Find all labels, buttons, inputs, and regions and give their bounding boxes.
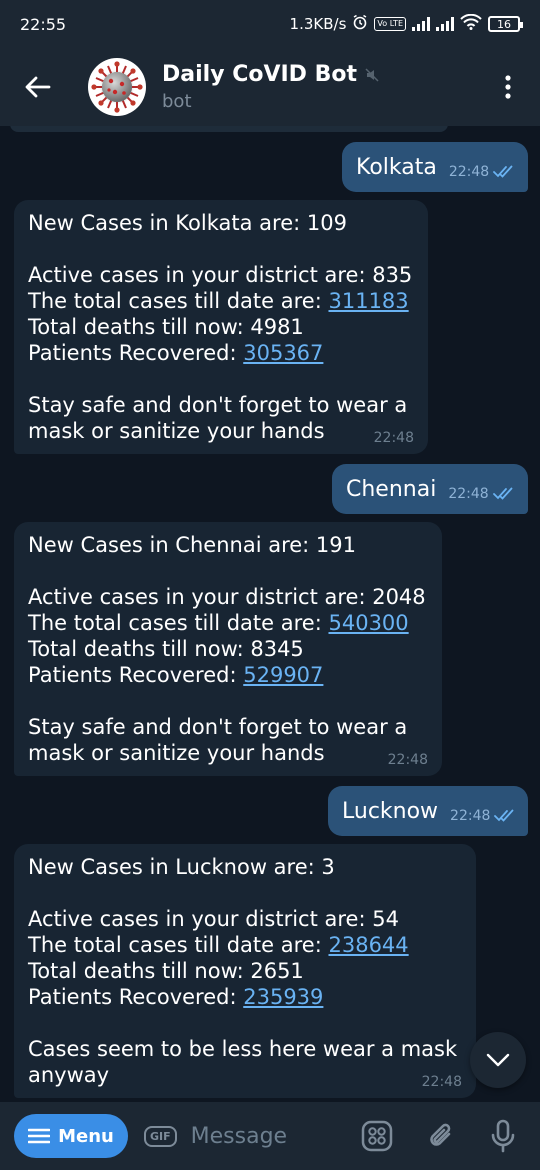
- number-link[interactable]: 235939: [243, 985, 323, 1009]
- message-time: 22:48: [387, 752, 428, 768]
- status-bar: 22:55 1.3KB/s Vo LTE 16: [0, 0, 540, 48]
- message-line: Patients Recovered:: [28, 985, 244, 1009]
- message-text: Lucknow: [342, 798, 439, 824]
- status-time: 22:55: [20, 14, 67, 34]
- outgoing-message[interactable]: Chennai 22:48: [332, 464, 528, 514]
- volte-icon: Vo LTE: [374, 17, 406, 31]
- message-line: mask or sanitize your hands: [28, 419, 325, 443]
- double-check-icon: [493, 165, 513, 178]
- message-time: 22:48: [448, 486, 489, 502]
- message-line: The total cases till date are:: [28, 611, 329, 635]
- number-link[interactable]: 540300: [328, 611, 408, 635]
- paperclip-icon: [429, 1123, 450, 1146]
- message-input[interactable]: [190, 1123, 341, 1149]
- message-time: 22:48: [450, 808, 491, 824]
- status-icons: 1.3KB/s Vo LTE 16: [289, 13, 523, 34]
- message-time: 22:48: [373, 430, 414, 446]
- number-link[interactable]: 305367: [243, 341, 323, 365]
- scroll-to-bottom-button[interactable]: [470, 1032, 526, 1088]
- number-link[interactable]: 529907: [243, 663, 323, 687]
- message-meta: 22:48: [449, 164, 515, 180]
- microphone-icon: [491, 1119, 514, 1153]
- outgoing-message[interactable]: Lucknow 22:48: [328, 786, 528, 836]
- double-check-icon: [494, 809, 514, 822]
- menu-icon: [28, 1128, 51, 1144]
- bot-name: Daily CoVID Bot: [162, 62, 357, 87]
- mute-icon: [365, 67, 379, 82]
- gif-button[interactable]: GIF: [144, 1125, 177, 1147]
- message-text: Chennai: [346, 476, 437, 502]
- message-list[interactable]: Kolkata 22:48 New Cases in Kolkata are: …: [0, 126, 540, 1102]
- back-button[interactable]: [0, 48, 76, 126]
- message-text: Kolkata: [356, 154, 437, 180]
- message-line: The total cases till date are:: [28, 933, 329, 957]
- menu-label: Menu: [58, 1125, 114, 1147]
- message-line: Total deaths till now: 2651: [28, 959, 304, 983]
- message-line: Total deaths till now: 8345: [28, 637, 304, 661]
- incoming-message[interactable]: New Cases in Chennai are: 191 Active cas…: [14, 522, 442, 776]
- message-time: 22:48: [421, 1074, 462, 1090]
- chat-title: Daily CoVID Bot: [162, 62, 379, 87]
- message-time: 22:48: [448, 164, 490, 180]
- message-line: Patients Recovered:: [28, 341, 244, 365]
- more-vertical-icon: [505, 75, 511, 99]
- message-composer: Menu GIF: [0, 1102, 540, 1170]
- outgoing-message[interactable]: Kolkata 22:48: [342, 142, 528, 192]
- incoming-message[interactable]: New Cases in Kolkata are: 109 Active cas…: [14, 200, 428, 454]
- chevron-down-icon: [486, 1053, 510, 1067]
- attach-button[interactable]: [419, 1114, 463, 1158]
- message-line: Cases seem to be less here wear a mask: [28, 1037, 458, 1061]
- virus-icon: [91, 61, 143, 113]
- arrow-left-icon: [25, 76, 51, 98]
- signal-icon-2: [436, 17, 454, 31]
- message-line: The total cases till date are:: [28, 289, 329, 313]
- more-options-button[interactable]: [476, 48, 540, 126]
- sticker-icon: [361, 1120, 392, 1152]
- bot-menu-button[interactable]: Menu: [14, 1114, 128, 1158]
- incoming-message[interactable]: New Cases in Lucknow are: 3 Active cases…: [14, 844, 476, 1098]
- avatar[interactable]: [88, 58, 146, 116]
- sticker-button[interactable]: [355, 1114, 399, 1158]
- partial-message: [10, 126, 448, 132]
- message-line: New Cases in Lucknow are: 3: [28, 855, 335, 879]
- message-line: Stay safe and don't forget to wear a: [28, 715, 408, 739]
- chat-title-box[interactable]: Daily CoVID Bot bot: [162, 62, 379, 112]
- message-line: mask or sanitize your hands: [28, 741, 325, 765]
- network-speed: 1.3KB/s: [289, 15, 347, 33]
- message-line: Stay safe and don't forget to wear a: [28, 393, 408, 417]
- signal-icon: [412, 17, 430, 31]
- battery-icon: 16: [488, 16, 523, 32]
- message-line: Active cases in your district are: 835: [28, 263, 413, 287]
- message-line: New Cases in Kolkata are: 109: [28, 211, 347, 235]
- voice-button[interactable]: [481, 1114, 525, 1158]
- number-link[interactable]: 238644: [328, 933, 408, 957]
- message-line: Active cases in your district are: 2048: [28, 585, 426, 609]
- wifi-icon: [460, 13, 482, 34]
- chat-header: Daily CoVID Bot bot: [0, 48, 540, 126]
- message-line: Patients Recovered:: [28, 663, 244, 687]
- alarm-icon: [352, 14, 368, 34]
- chat-subtitle: bot: [162, 91, 192, 112]
- number-link[interactable]: 311183: [328, 289, 408, 313]
- message-line: Total deaths till now: 4981: [28, 315, 304, 339]
- message-line: anyway: [28, 1063, 110, 1087]
- double-check-icon: [492, 487, 513, 500]
- message-meta: 22:48: [450, 808, 516, 824]
- message-meta: 22:48: [448, 486, 514, 502]
- message-line: New Cases in Chennai are: 191: [28, 533, 356, 557]
- message-line: Active cases in your district are: 54: [28, 907, 399, 931]
